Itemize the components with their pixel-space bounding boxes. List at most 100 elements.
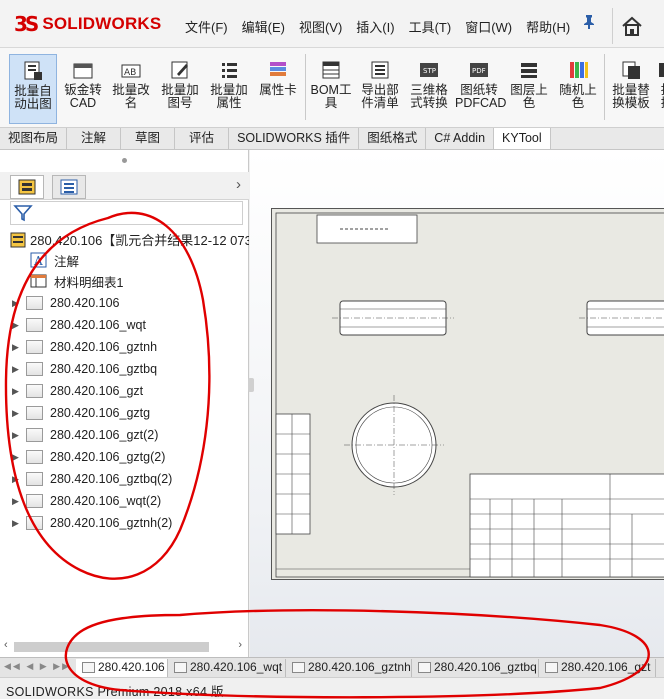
menu-help[interactable]: 帮助(H) — [526, 17, 570, 36]
ribbon-batch-replace-template[interactable]: 批量替 换模板 — [608, 54, 654, 124]
menu-insert[interactable]: 插入(I) — [356, 17, 394, 36]
expand-arrow-icon[interactable]: ▶ — [12, 298, 26, 309]
tab-solidworks-addins[interactable]: SOLIDWORKS 插件 — [229, 128, 360, 149]
ribbon-layer-color[interactable]: 图层上 色 — [506, 54, 552, 124]
drawing-to-pdfcad-icon: PDF — [468, 60, 490, 80]
title-bar: 3S SOLIDWORKS 文件(F) 编辑(E) 视图(V) 插入(I) 工具… — [0, 0, 664, 48]
expand-arrow-icon[interactable]: ▶ — [12, 408, 26, 419]
tree-item-sheet[interactable]: ▶ 280.420.106_wqt(2) — [12, 491, 161, 511]
tree-item-sheet[interactable]: ▶ 280.420.106_gztnh(2) — [12, 513, 172, 533]
menu-tools[interactable]: 工具(T) — [409, 17, 452, 36]
filter-field[interactable] — [10, 201, 243, 225]
horizontal-scrollbar[interactable]: ‹ › — [4, 639, 244, 654]
tree-item-sheet[interactable]: ▶ 280.420.106_wqt — [12, 315, 146, 335]
sheet-label: 280.420.106_gztbq — [50, 362, 158, 376]
ribbon-bom-tool[interactable]: BOM工 具 — [308, 54, 354, 124]
sheet-icon — [26, 428, 43, 442]
layer-color-icon — [518, 60, 540, 80]
expand-arrow-icon[interactable]: ▶ — [12, 386, 26, 397]
sheet-tab[interactable]: 280.420.106_gztnh — [286, 659, 412, 677]
tree-root-label: 280.420.106【凯元合并结果12-12 073 — [30, 233, 249, 248]
sheet-icon — [26, 494, 43, 508]
tree-root[interactable]: 280.420.106【凯元合并结果12-12 073 — [10, 230, 249, 249]
menu-file[interactable]: 文件(F) — [185, 17, 228, 36]
feature-tree-tab[interactable] — [10, 175, 44, 199]
tree-item-sheet[interactable]: ▶ 280.420.106_gzt — [12, 381, 143, 401]
menu-view[interactable]: 视图(V) — [299, 17, 342, 36]
ribbon-sheetmetal-to-cad[interactable]: 钣金转 CAD — [60, 54, 106, 124]
tree-item-sheet[interactable]: ▶ 280.420.106_gztnh — [12, 337, 157, 357]
ribbon-label-2: 换模板 — [612, 96, 650, 110]
expand-arrow-icon[interactable]: ▶ — [12, 364, 26, 375]
scroll-right-icon[interactable]: › — [238, 639, 242, 651]
ribbon-drawing-to-pdfcad[interactable]: PDF 图纸转 PDFCAD — [455, 54, 506, 124]
home-button[interactable] — [612, 8, 664, 44]
sheet-tabs-bar: ◀◀ ◀ ▶ ▶▶ 280.420.106 280.420.106_wqt 28… — [0, 657, 664, 677]
tab-csharp-addin[interactable]: C# Addin — [426, 128, 495, 149]
sheet-label: 280.420.106_gzt — [50, 384, 144, 398]
expand-arrow-icon[interactable]: ▶ — [12, 452, 26, 463]
tree-item-bom[interactable]: 材料明细表1 — [30, 271, 123, 291]
expand-arrow-icon[interactable]: ▶ — [12, 518, 26, 529]
tree-item-sheet[interactable]: ▶ 280.420.106_gzt(2) — [12, 425, 158, 445]
sheet-nav-buttons[interactable]: ◀◀ ◀ ▶ ▶▶ — [4, 661, 71, 672]
sheetmetal-to-cad-icon — [72, 60, 94, 80]
pin-icon[interactable] — [582, 14, 596, 35]
scroll-left-icon[interactable]: ‹ — [4, 639, 8, 651]
tree-item-sheet[interactable]: ▶ 280.420.106 — [12, 293, 120, 313]
sheet-tab[interactable]: 280.420.106 — [76, 659, 168, 677]
tab-sheet-format[interactable]: 图纸格式 — [359, 128, 427, 149]
ribbon-batch-auto-drawing[interactable]: 批量自 动出图 — [9, 54, 57, 124]
ribbon-batch-rename[interactable]: AB 批量改 名 — [108, 54, 154, 124]
tab-kytool[interactable]: KYTool — [494, 128, 551, 149]
expand-arrow-icon[interactable]: ▶ — [12, 320, 26, 331]
panel-grip[interactable] — [122, 158, 127, 163]
ribbon-property-card[interactable]: 属性卡 — [255, 54, 301, 124]
expand-arrow-icon[interactable]: ▶ — [12, 430, 26, 441]
sheet-tab[interactable]: 280.420.106_gzt — [539, 659, 656, 677]
tree-item-sheet[interactable]: ▶ 280.420.106_gztbq — [12, 359, 157, 379]
tab-sketch[interactable]: 草图 — [121, 128, 176, 149]
sheet-tab[interactable]: 280.420.106_gztbq — [412, 659, 539, 677]
sheet-label: 280.420.106_gztg — [50, 406, 151, 420]
bom-table-icon — [30, 274, 47, 288]
menu-edit[interactable]: 编辑(E) — [242, 17, 285, 36]
tab-view-layout[interactable]: 视图布局 — [0, 128, 68, 149]
tree-item-annotation[interactable]: A 注解 — [30, 250, 79, 270]
ribbon-batch-properties[interactable]: 批量加 属性 — [206, 54, 252, 124]
solidworks-logo[interactable]: 3S SOLIDWORKS — [14, 12, 161, 36]
ribbon-label-2: 图号 — [167, 96, 193, 110]
tree-item-sheet[interactable]: ▶ 280.420.106_gztg(2) — [12, 447, 165, 467]
property-manager-tab[interactable] — [52, 175, 86, 199]
sheet-icon — [26, 516, 43, 530]
tree-item-sheet[interactable]: ▶ 280.420.106_gztg — [12, 403, 150, 423]
ribbon-3d-format-convert[interactable]: STP 三维格 式转换 — [406, 54, 452, 124]
ribbon-batch-more[interactable]: 批 换 — [657, 54, 664, 124]
sheet-tab[interactable]: 280.420.106_wqt — [168, 659, 286, 677]
expand-arrow-icon[interactable]: ▶ — [12, 474, 26, 485]
drawing-content — [275, 212, 664, 578]
expand-arrow-icon[interactable]: ▶ — [12, 342, 26, 353]
sheet-icon — [418, 662, 431, 673]
ribbon-label-2: 色 — [522, 96, 536, 110]
sheet-tab-label: 280.420.106_gztnh — [308, 660, 411, 674]
ribbon-batch-drawing-number[interactable]: 批量加 图号 — [157, 54, 203, 124]
ribbon-random-color[interactable]: 随机上 色 — [555, 54, 601, 124]
3d-format-convert-icon: STP — [418, 60, 440, 80]
tab-evaluate[interactable]: 评估 — [175, 128, 230, 149]
tree-item-sheet[interactable]: ▶ 280.420.106_gztbq(2) — [12, 469, 172, 489]
ribbon-label-1: BOM工 — [310, 83, 352, 97]
drawing-sheet[interactable] — [271, 208, 664, 580]
expand-arrow-icon[interactable]: ▶ — [12, 496, 26, 507]
ribbon-label-1: 批量加 — [161, 83, 199, 97]
sheet-icon — [26, 296, 43, 310]
ribbon-export-parts-list[interactable]: 导出部 件清单 — [357, 54, 403, 124]
menu-window[interactable]: 窗口(W) — [465, 17, 512, 36]
chevron-right-icon[interactable]: › — [236, 176, 241, 193]
svg-text:PDF: PDF — [472, 67, 486, 75]
sheet-icon — [174, 662, 187, 673]
scrollbar-thumb[interactable] — [14, 642, 209, 652]
tab-annotation[interactable]: 注解 — [67, 128, 122, 149]
panel-collapse-handle[interactable] — [248, 378, 254, 392]
ribbon-label-1: 三维格 — [410, 83, 448, 97]
